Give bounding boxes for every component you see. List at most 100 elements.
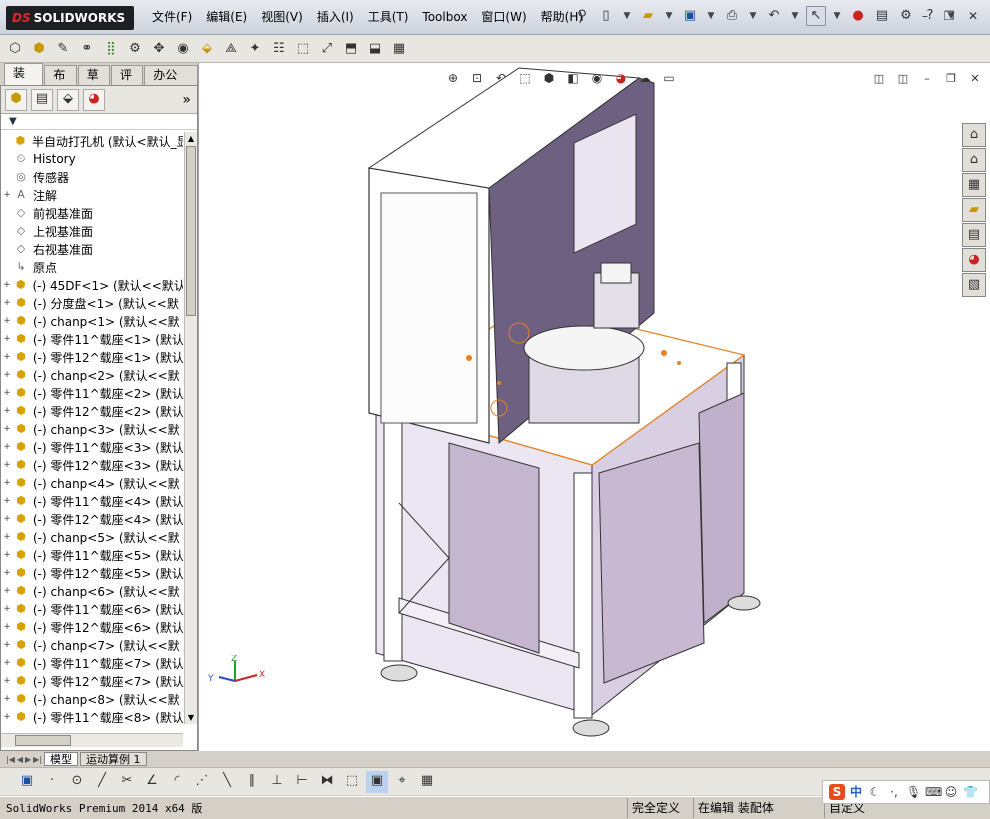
exploded-view-icon[interactable]: ⬚: [292, 38, 314, 60]
expand-icon[interactable]: +: [1, 370, 13, 380]
expand-icon[interactable]: +: [1, 352, 13, 362]
tab-model[interactable]: 模型: [44, 752, 79, 766]
view-settings-icon[interactable]: ▭: [660, 69, 678, 87]
instant3d-icon[interactable]: ⬒: [340, 38, 362, 60]
menu-edit[interactable]: 编辑(E): [199, 0, 254, 35]
expand-icon[interactable]: +: [1, 460, 13, 470]
dimension-icon[interactable]: ⊢: [291, 771, 313, 793]
expand-icon[interactable]: +: [1, 676, 13, 686]
expand-icon[interactable]: +: [1, 334, 13, 344]
menu-insert[interactable]: 插入(I): [310, 0, 361, 35]
tree-item[interactable]: ↳ 原点: [1, 258, 183, 276]
viewport-minimize-icon[interactable]: –: [918, 69, 936, 87]
menu-window[interactable]: 窗口(W): [474, 0, 533, 35]
tree-item[interactable]: + ⬢ (-) chanp<1> (默认<<默: [1, 312, 183, 330]
shaded-icon[interactable]: ▣: [366, 770, 388, 793]
expand-icon[interactable]: +: [1, 712, 13, 722]
construction-line-icon[interactable]: ╲: [216, 771, 238, 793]
tree-item[interactable]: + ⬢ (-) 分度盘<1> (默认<<默: [1, 294, 183, 312]
shirt-icon[interactable]: 👕: [962, 784, 978, 800]
tree-item[interactable]: ◇ 上视基准面: [1, 222, 183, 240]
tab-layout[interactable]: 布局: [44, 65, 77, 100]
menu-file[interactable]: 文件(F): [145, 0, 199, 35]
tree-item[interactable]: + ⬢ (-) 零件12^载座<6> (默认: [1, 618, 183, 636]
graphics-area[interactable]: ⊕ ⊡ ↶ ⬚ ⬢ ◧ ◉ ◕ ☁ ▭ ◫ ◫ – ❐ ✕ ⌂ ⌂ ▦ ▰ ▤ …: [198, 63, 990, 751]
bill-of-materials-icon[interactable]: ☷: [268, 38, 290, 60]
first-tab-icon[interactable]: |◀: [6, 755, 15, 764]
tab-assembly[interactable]: 装配体: [4, 63, 44, 116]
split-right-icon[interactable]: ◫: [894, 69, 912, 87]
view-orientation-icon[interactable]: ⬢: [540, 69, 558, 87]
hscroll-thumb[interactable]: [15, 735, 71, 746]
reference-geometry-icon[interactable]: ⟁: [220, 38, 242, 60]
point-icon[interactable]: ·: [41, 771, 63, 793]
split-left-icon[interactable]: ◫: [870, 69, 888, 87]
expand-panel-icon[interactable]: »: [182, 92, 191, 108]
tree-item[interactable]: ◇ 前视基准面: [1, 204, 183, 222]
undo-dropdown-icon[interactable]: ▼: [788, 6, 802, 26]
tree-item[interactable]: + ⬢ (-) chanp<5> (默认<<默: [1, 528, 183, 546]
tree-item[interactable]: + ⬢ (-) 零件11^载座<3> (默认: [1, 438, 183, 456]
tree-item[interactable]: + ⬢ (-) chanp<6> (默认<<默: [1, 582, 183, 600]
select-dropdown-icon[interactable]: ▼: [830, 6, 844, 26]
tree-item[interactable]: + ⬢ (-) 零件12^载座<7> (默认: [1, 672, 183, 690]
file-explorer-icon[interactable]: ▰: [962, 198, 986, 222]
tree-item[interactable]: + ⬢ (-) 零件12^载座<1> (默认: [1, 348, 183, 366]
tree-item[interactable]: + ⬢ (-) 零件11^载座<4> (默认: [1, 492, 183, 510]
menu-tools[interactable]: 工具(T): [361, 0, 416, 35]
mirror-icon[interactable]: ⧓: [316, 771, 338, 793]
minimize-icon[interactable]: –: [914, 6, 936, 26]
custom-properties-icon[interactable]: ▧: [962, 273, 986, 297]
display-manager-tab-icon[interactable]: ◕: [83, 88, 105, 111]
viewport-restore-icon[interactable]: ❐: [942, 69, 960, 87]
expand-icon[interactable]: +: [1, 406, 13, 416]
expand-icon[interactable]: +: [1, 604, 13, 614]
close-icon[interactable]: ✕: [962, 6, 984, 26]
tree-item[interactable]: ⏲ History: [1, 150, 183, 168]
expand-icon[interactable]: +: [1, 532, 13, 542]
save-icon[interactable]: ▣: [680, 6, 700, 26]
next-tab-icon[interactable]: ▶: [25, 755, 31, 764]
resources-icon[interactable]: ⌂: [962, 123, 986, 147]
hide-show-items-icon[interactable]: ◉: [588, 69, 606, 87]
tab-evaluate[interactable]: 评估: [110, 65, 144, 100]
save-icon[interactable]: ▣: [16, 771, 38, 793]
zoom-to-fit-icon[interactable]: ⊕: [444, 69, 462, 87]
menu-toolbox[interactable]: Toolbox: [415, 0, 474, 35]
circle-icon[interactable]: ⊙: [66, 771, 88, 793]
section-view-icon[interactable]: ⬚: [516, 69, 534, 87]
open-dropdown-icon[interactable]: ▼: [662, 6, 676, 26]
property-manager-tab-icon[interactable]: ▤: [31, 88, 53, 111]
offset-icon[interactable]: ⋰: [191, 771, 213, 793]
parallel-icon[interactable]: ∥: [241, 771, 263, 793]
tree-item[interactable]: + ⬢ (-) 零件11^载座<5> (默认: [1, 546, 183, 564]
mate-icon[interactable]: ⚭: [76, 38, 98, 60]
save-dropdown-icon[interactable]: ▼: [704, 6, 718, 26]
pin-icon[interactable]: ⚲: [572, 6, 592, 26]
assembly-features-icon[interactable]: ⬙: [196, 38, 218, 60]
new-document-icon[interactable]: ▯: [596, 6, 616, 26]
angle-icon[interactable]: ∠: [141, 771, 163, 793]
configuration-manager-tab-icon[interactable]: ⬙: [57, 88, 79, 111]
tree-item[interactable]: + ⬢ (-) chanp<2> (默认<<默: [1, 366, 183, 384]
new-dropdown-icon[interactable]: ▼: [620, 6, 634, 26]
tab-sketch[interactable]: 草图: [77, 65, 110, 100]
show-hidden-icon[interactable]: ◉: [172, 38, 194, 60]
punctuation-icon[interactable]: ·,: [886, 784, 902, 800]
tree-vertical-scrollbar[interactable]: ▲ ▼: [184, 132, 197, 724]
viewport-close-icon[interactable]: ✕: [966, 69, 984, 87]
trim-icon[interactable]: ✂: [116, 771, 138, 793]
zoom-to-area-icon[interactable]: ⊡: [468, 69, 486, 87]
expand-icon[interactable]: +: [1, 514, 13, 524]
new-part-icon[interactable]: ⬢: [28, 38, 50, 60]
tree-item[interactable]: + ⬢ (-) chanp<3> (默认<<默: [1, 420, 183, 438]
tree-item[interactable]: + A 注解: [1, 186, 183, 204]
table-icon[interactable]: ▦: [416, 771, 438, 793]
ime-language-toggle[interactable]: 中: [848, 784, 864, 800]
tree-item[interactable]: + ⬢ (-) chanp<7> (默认<<默: [1, 636, 183, 654]
print-icon[interactable]: ⎙: [722, 6, 742, 26]
line-icon[interactable]: ╱: [91, 771, 113, 793]
expand-icon[interactable]: +: [1, 586, 13, 596]
keyboard-icon[interactable]: ⌨: [924, 784, 942, 800]
restore-icon[interactable]: ❐: [938, 6, 960, 26]
